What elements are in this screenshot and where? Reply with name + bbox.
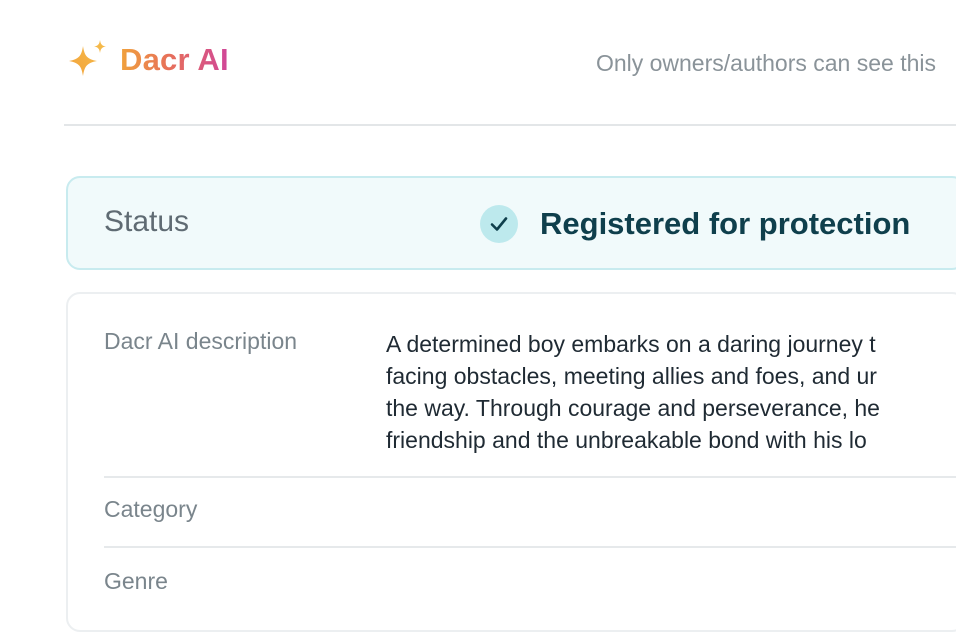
genre-label: Genre bbox=[104, 568, 168, 594]
details-card: Dacr AI description A determined boy emb… bbox=[66, 292, 956, 632]
brand-logo: Dacr AI bbox=[66, 38, 229, 82]
status-label: Status bbox=[104, 205, 190, 238]
status-card: Status Registered for protection bbox=[66, 176, 956, 270]
check-icon bbox=[480, 205, 518, 243]
description-line: facing obstacles, meeting allies and foe… bbox=[386, 363, 877, 389]
description-label: Dacr AI description bbox=[104, 328, 298, 354]
description-line: A determined boy embarks on a daring jou… bbox=[386, 331, 876, 357]
sparkle-icon bbox=[69, 40, 106, 76]
category-label: Category bbox=[104, 496, 198, 522]
status-value: Registered for protection bbox=[480, 205, 910, 243]
page-header: Dacr AI Only owners/authors can see this bbox=[0, 0, 956, 126]
brand-name: Dacr AI bbox=[120, 38, 229, 82]
header-divider bbox=[64, 124, 956, 126]
visibility-note: Only owners/authors can see this bbox=[595, 50, 936, 76]
description-line: friendship and the unbreakable bond with… bbox=[386, 427, 867, 453]
description-value: A determined boy embarks on a daring jou… bbox=[386, 328, 956, 456]
status-text: Registered for protection bbox=[540, 206, 911, 241]
description-line: the way. Through courage and perseveranc… bbox=[386, 395, 880, 421]
row-divider bbox=[104, 476, 956, 478]
row-divider bbox=[104, 546, 956, 548]
